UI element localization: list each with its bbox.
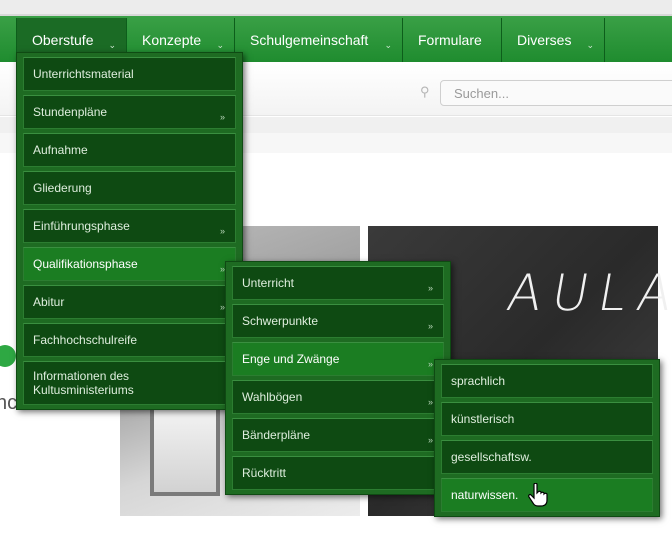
nav-item-label: Oberstufe [32,32,94,48]
submenu-arrow-icon: » [219,226,225,236]
submenu-arrow-icon: » [427,321,433,331]
menu-item[interactable]: künstlerisch [441,402,653,436]
nav-item-label: Diverses [517,32,572,48]
page-text-fragment: nc [0,392,18,414]
nav-item-diverses[interactable]: Diverses ⌄ [501,18,605,62]
menu-item[interactable]: Abitur» [23,285,236,319]
submenu-arrow-icon: » [427,359,433,369]
hand-cursor-icon [528,483,548,507]
menu-item-qualifikationsphase[interactable]: Qualifikationsphase» [23,247,236,281]
menu-item[interactable]: Bänderpläne» [232,418,444,452]
chevron-down-icon: ⌄ [586,40,594,50]
submenu-arrow-icon: » [427,397,433,407]
search-input[interactable]: Suchen... [440,80,672,106]
search-icon[interactable]: ⚲ [420,84,430,100]
chevron-down-icon: ⌄ [216,40,224,50]
slider-dot[interactable] [0,345,16,367]
menu-item[interactable]: Rücktritt [232,456,444,490]
menu-item[interactable]: Stundenpläne» [23,95,236,129]
nav-item-label: Konzepte [142,32,202,48]
menu-item[interactable]: Aufnahme [23,133,236,167]
aula-lettering: AULA [502,264,672,322]
menu-item[interactable]: Gliederung [23,171,236,205]
menu-item-enge-und-zwaenge[interactable]: Enge und Zwänge» [232,342,444,376]
menu-item[interactable]: Einführungsphase» [23,209,236,243]
menu-item[interactable]: Fachhochschulreife [23,323,236,357]
submenu-arrow-icon: » [219,112,225,122]
menu-qualifikationsphase: Unterricht» Schwerpunkte» Enge und Zwäng… [225,261,451,495]
menu-item[interactable]: gesellschaftsw. [441,440,653,474]
menu-item[interactable]: Unterricht» [232,266,444,300]
menu-item[interactable]: Unterrichtsmaterial [23,57,236,91]
submenu-arrow-icon: » [427,435,433,445]
doorway-shape [150,406,220,496]
nav-item-label: Schulgemeinschaft [250,32,369,48]
menu-oberstufe: Unterrichtsmaterial Stundenpläne» Aufnah… [16,52,243,410]
top-strip [0,0,672,14]
menu-item[interactable]: Schwerpunkte» [232,304,444,338]
nav-item-schulgemeinschaft[interactable]: Schulgemeinschaft ⌄ [234,18,402,62]
menu-item[interactable]: Wahlbögen» [232,380,444,414]
nav-item-label: Formulare [418,32,482,48]
submenu-arrow-icon: » [427,283,433,293]
chevron-down-icon: ⌄ [384,40,392,50]
chevron-down-icon: ⌄ [108,40,116,50]
nav-item-formulare[interactable]: Formulare [402,18,501,62]
menu-item[interactable]: sprachlich [441,364,653,398]
menu-item[interactable]: Informationen des Kultusministeriums [23,361,236,405]
